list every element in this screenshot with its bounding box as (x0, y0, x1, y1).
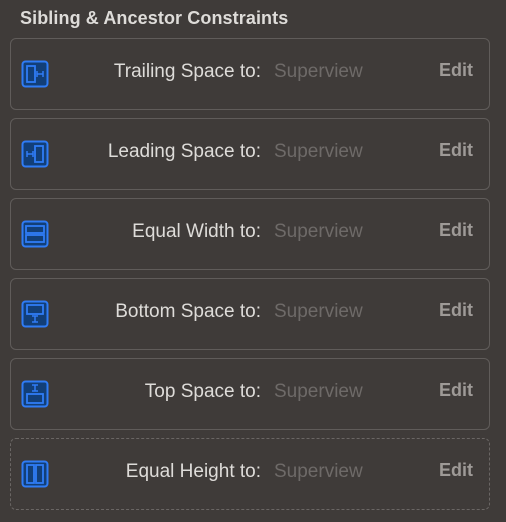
constraint-label: Equal Height to: (125, 461, 261, 482)
constraint-label: Leading Space to: (107, 141, 261, 162)
constraint-row-leading-space[interactable]: Leading Space to: Superview Edit (10, 118, 490, 190)
constraint-row-equal-height[interactable]: Equal Height to: Superview Edit (10, 438, 490, 510)
equal-width-icon (21, 220, 49, 248)
equal-height-icon (21, 460, 49, 488)
edit-button[interactable]: Edit (439, 140, 473, 161)
edit-button[interactable]: Edit (439, 60, 473, 81)
constraint-target: Superview (274, 301, 363, 322)
constraint-target: Superview (274, 381, 363, 402)
constraint-label: Top Space to: (144, 381, 261, 402)
constraints-list: Trailing Space to: Superview Edit Leadin… (10, 38, 490, 518)
trailing-space-icon (21, 60, 49, 88)
edit-button[interactable]: Edit (439, 300, 473, 321)
edit-button[interactable]: Edit (439, 220, 473, 241)
constraint-target: Superview (274, 461, 363, 482)
constraint-row-top-space[interactable]: Top Space to: Superview Edit (10, 358, 490, 430)
bottom-space-icon (21, 300, 49, 328)
constraint-row-trailing-space[interactable]: Trailing Space to: Superview Edit (10, 38, 490, 110)
constraint-row-equal-width[interactable]: Equal Width to: Superview Edit (10, 198, 490, 270)
edit-button[interactable]: Edit (439, 380, 473, 401)
constraint-row-bottom-space[interactable]: Bottom Space to: Superview Edit (10, 278, 490, 350)
section-title: Sibling & Ancestor Constraints (20, 8, 289, 28)
top-space-icon (21, 380, 49, 408)
constraint-target: Superview (274, 141, 363, 162)
edit-button[interactable]: Edit (439, 460, 473, 481)
constraint-label: Bottom Space to: (115, 301, 261, 322)
constraint-target: Superview (274, 61, 363, 82)
leading-space-icon (21, 140, 49, 168)
constraint-label: Equal Width to: (132, 221, 261, 242)
constraints-panel: Sibling & Ancestor Constraints Trailing … (0, 0, 506, 522)
constraint-target: Superview (274, 221, 363, 242)
constraint-label: Trailing Space to: (113, 61, 261, 82)
